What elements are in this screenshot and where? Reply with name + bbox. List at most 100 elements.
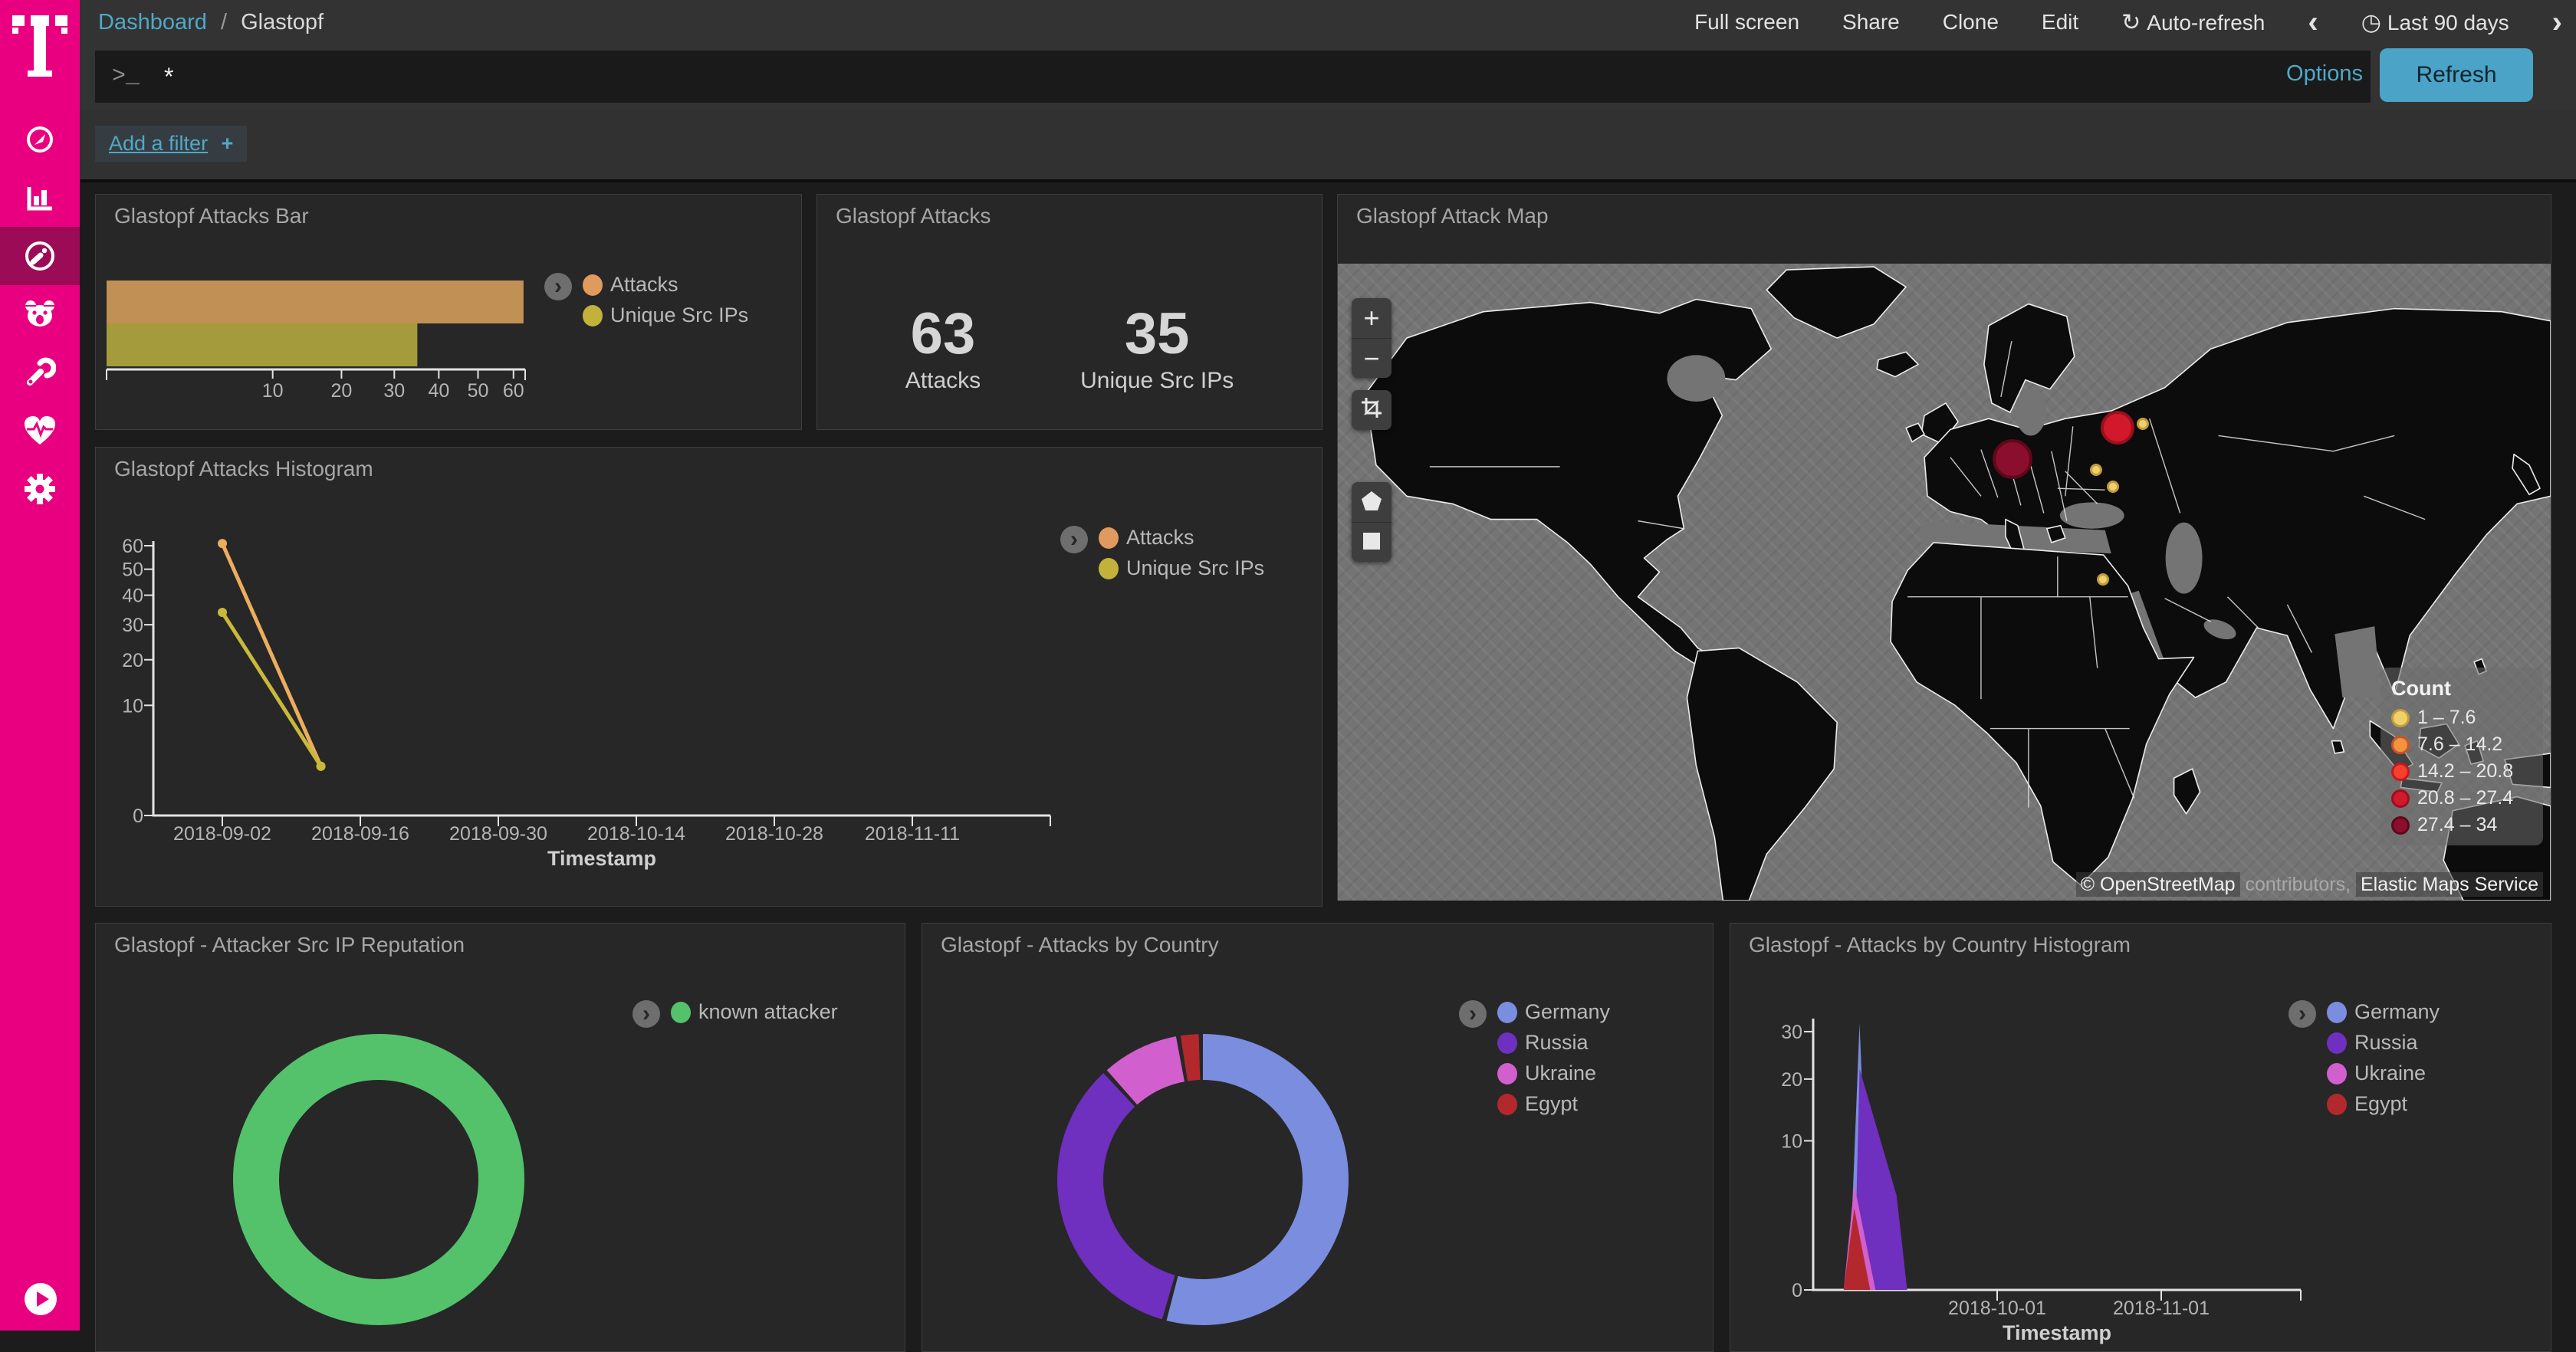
panel-attacks-bar: Glastopf Attacks Bar 102030405060 › Atta… [95, 194, 802, 430]
map-count-legend: Count 1 – 7.67.6 – 14.214.2 – 20.820.8 –… [2380, 668, 2543, 845]
options-link[interactable]: Options [2286, 61, 2363, 87]
chart-legend: › Germany Russia Ukraine Egypt [1459, 1000, 1610, 1116]
legend-expand-icon[interactable]: › [2288, 1000, 2316, 1028]
attack-location-dot[interactable] [2101, 411, 2134, 445]
clone-button[interactable]: Clone [1943, 10, 1999, 34]
attack-location-dot[interactable] [2107, 481, 2119, 493]
time-forward-button[interactable]: › [2552, 7, 2562, 38]
svg-text:30: 30 [1781, 1022, 1802, 1043]
sidebar-item-monitoring[interactable] [0, 402, 80, 460]
refresh-cycle-icon: ↻ [2121, 9, 2141, 36]
attack-location-dot[interactable] [2097, 573, 2109, 586]
play-icon [37, 1291, 49, 1307]
legend-item[interactable]: Russia [1497, 1031, 1610, 1055]
legend-expand-icon[interactable]: › [1060, 526, 1088, 553]
legend-item[interactable]: Unique Src IPs [1099, 556, 1264, 580]
map-zoom-out-button[interactable]: − [1352, 338, 1392, 378]
legend-items: Germany Russia Ukraine Egypt [1497, 1000, 1610, 1116]
map-draw-polygon-button[interactable] [1352, 482, 1392, 522]
world-map[interactable]: + − Count 1 [1338, 264, 2551, 901]
legend-item[interactable]: Russia [2327, 1031, 2440, 1055]
svg-text:2018-09-30: 2018-09-30 [449, 823, 547, 845]
svg-text:20: 20 [331, 380, 353, 402]
crop-icon [1360, 396, 1383, 419]
legend-items: Germany Russia Ukraine Egypt [2327, 1000, 2440, 1116]
map-fit-bounds-button[interactable] [1352, 390, 1392, 430]
legend-item[interactable]: Unique Src IPs [583, 304, 748, 327]
sidebar-item-discover[interactable] [0, 110, 80, 169]
query-bar: >_ * Options Refresh [80, 44, 2576, 109]
sidebar-item-management[interactable] [0, 460, 80, 518]
add-filter-button[interactable]: Add a filter + [95, 126, 247, 162]
wrench-icon [24, 356, 56, 389]
svg-text:0: 0 [133, 806, 143, 827]
compass-icon [25, 124, 55, 155]
legend-item[interactable]: Germany [2327, 1000, 2440, 1024]
metric-label: Attacks [905, 368, 981, 394]
legend-expand-icon[interactable]: › [632, 1000, 660, 1028]
attack-location-dot[interactable] [2090, 464, 2102, 476]
chart-legend: › Germany Russia Ukraine Egypt [2288, 1000, 2440, 1116]
sidebar-item-timelion[interactable] [0, 285, 80, 343]
map-legend-items: 1 – 7.67.6 – 14.214.2 – 20.820.8 – 27.42… [2391, 707, 2532, 836]
search-input-box[interactable]: >_ * [95, 51, 2371, 103]
svg-text:2018-10-28: 2018-10-28 [725, 823, 823, 845]
t-mobile-logo[interactable] [0, 14, 80, 80]
chart-legend: › Attacks Unique Src IPs [544, 273, 748, 327]
svg-text:2018-11-11: 2018-11-11 [865, 823, 960, 845]
attacks-histogram-chart: 01020304050602018-09-022018-09-162018-09… [96, 448, 1322, 906]
panel-title[interactable]: Glastopf Attack Map [1356, 204, 1549, 228]
sidebar-expand-button[interactable] [25, 1283, 57, 1315]
time-picker-button[interactable]: ◷Last 90 days [2361, 9, 2509, 36]
share-button[interactable]: Share [1842, 10, 1900, 34]
legend-item[interactable]: Ukraine [2327, 1062, 2440, 1085]
legend-item[interactable]: Attacks [1099, 526, 1264, 550]
app-sidebar [0, 0, 80, 1331]
svg-text:10: 10 [122, 695, 143, 717]
refresh-button[interactable]: Refresh [2380, 48, 2533, 102]
map-legend-item: 20.8 – 27.4 [2391, 787, 2532, 809]
bear-face-icon [23, 299, 57, 330]
map-legend-item: 1 – 7.6 [2391, 707, 2532, 729]
square-icon [1361, 530, 1382, 552]
legend-item[interactable]: Ukraine [1497, 1062, 1610, 1085]
map-draw-rectangle-button[interactable] [1352, 522, 1392, 562]
auto-refresh-button[interactable]: ↻Auto-refresh [2121, 9, 2265, 36]
attack-location-dot[interactable] [1993, 439, 2032, 479]
country-histogram-chart: 01020302018-10-012018-11-01Timestamp [1730, 924, 2551, 1351]
svg-text:40: 40 [428, 380, 449, 402]
legend-item[interactable]: Egypt [2327, 1092, 2440, 1116]
panel-attacks-by-country-histogram: Glastopf - Attacks by Country Histogram … [1730, 923, 2551, 1352]
svg-text:60: 60 [503, 380, 524, 402]
map-zoom-in-button[interactable]: + [1352, 298, 1392, 338]
attack-location-dot[interactable] [2137, 418, 2149, 430]
t-logo-icon [11, 14, 69, 80]
full-screen-button[interactable]: Full screen [1694, 10, 1799, 34]
legend-item[interactable]: Attacks [583, 273, 748, 297]
panel-attacks-histogram: Glastopf Attacks Histogram 0102030405060… [95, 447, 1322, 907]
edit-button[interactable]: Edit [2042, 10, 2078, 34]
panel-title[interactable]: Glastopf Attacks [836, 204, 991, 228]
panel-attacks-by-country: Glastopf - Attacks by Country › GermanyR… [922, 923, 1714, 1352]
sidebar-item-dev-tools[interactable] [0, 343, 80, 402]
breadcrumb: Dashboard / Glastopf [98, 10, 324, 35]
legend-item[interactable]: Germany [1497, 1000, 1610, 1024]
openstreetmap-link[interactable]: © OpenStreetMap [2076, 872, 2240, 897]
legend-expand-icon[interactable]: › [544, 273, 572, 300]
legend-item[interactable]: known attacker [671, 1000, 838, 1024]
breadcrumb-dashboard-link[interactable]: Dashboard [98, 10, 207, 34]
svg-text:2018-09-16: 2018-09-16 [311, 823, 409, 845]
sidebar-item-dashboard[interactable] [0, 227, 80, 285]
sidebar-item-visualize[interactable] [0, 169, 80, 227]
svg-text:2018-09-02: 2018-09-02 [173, 823, 271, 845]
chart-legend: › known attacker [632, 1000, 838, 1028]
panel-attacks-metric: Glastopf Attacks 63 Attacks 35 Unique Sr… [816, 194, 1322, 430]
time-back-button[interactable]: ‹ [2308, 7, 2318, 38]
map-legend-title: Count [2391, 677, 2532, 701]
svg-text:10: 10 [1781, 1130, 1802, 1152]
svg-text:10: 10 [262, 380, 284, 402]
search-query-text[interactable]: * [164, 63, 2371, 91]
legend-item[interactable]: Egypt [1497, 1092, 1610, 1116]
legend-expand-icon[interactable]: › [1459, 1000, 1487, 1028]
elastic-maps-service-link[interactable]: Elastic Maps Service [2356, 872, 2543, 897]
